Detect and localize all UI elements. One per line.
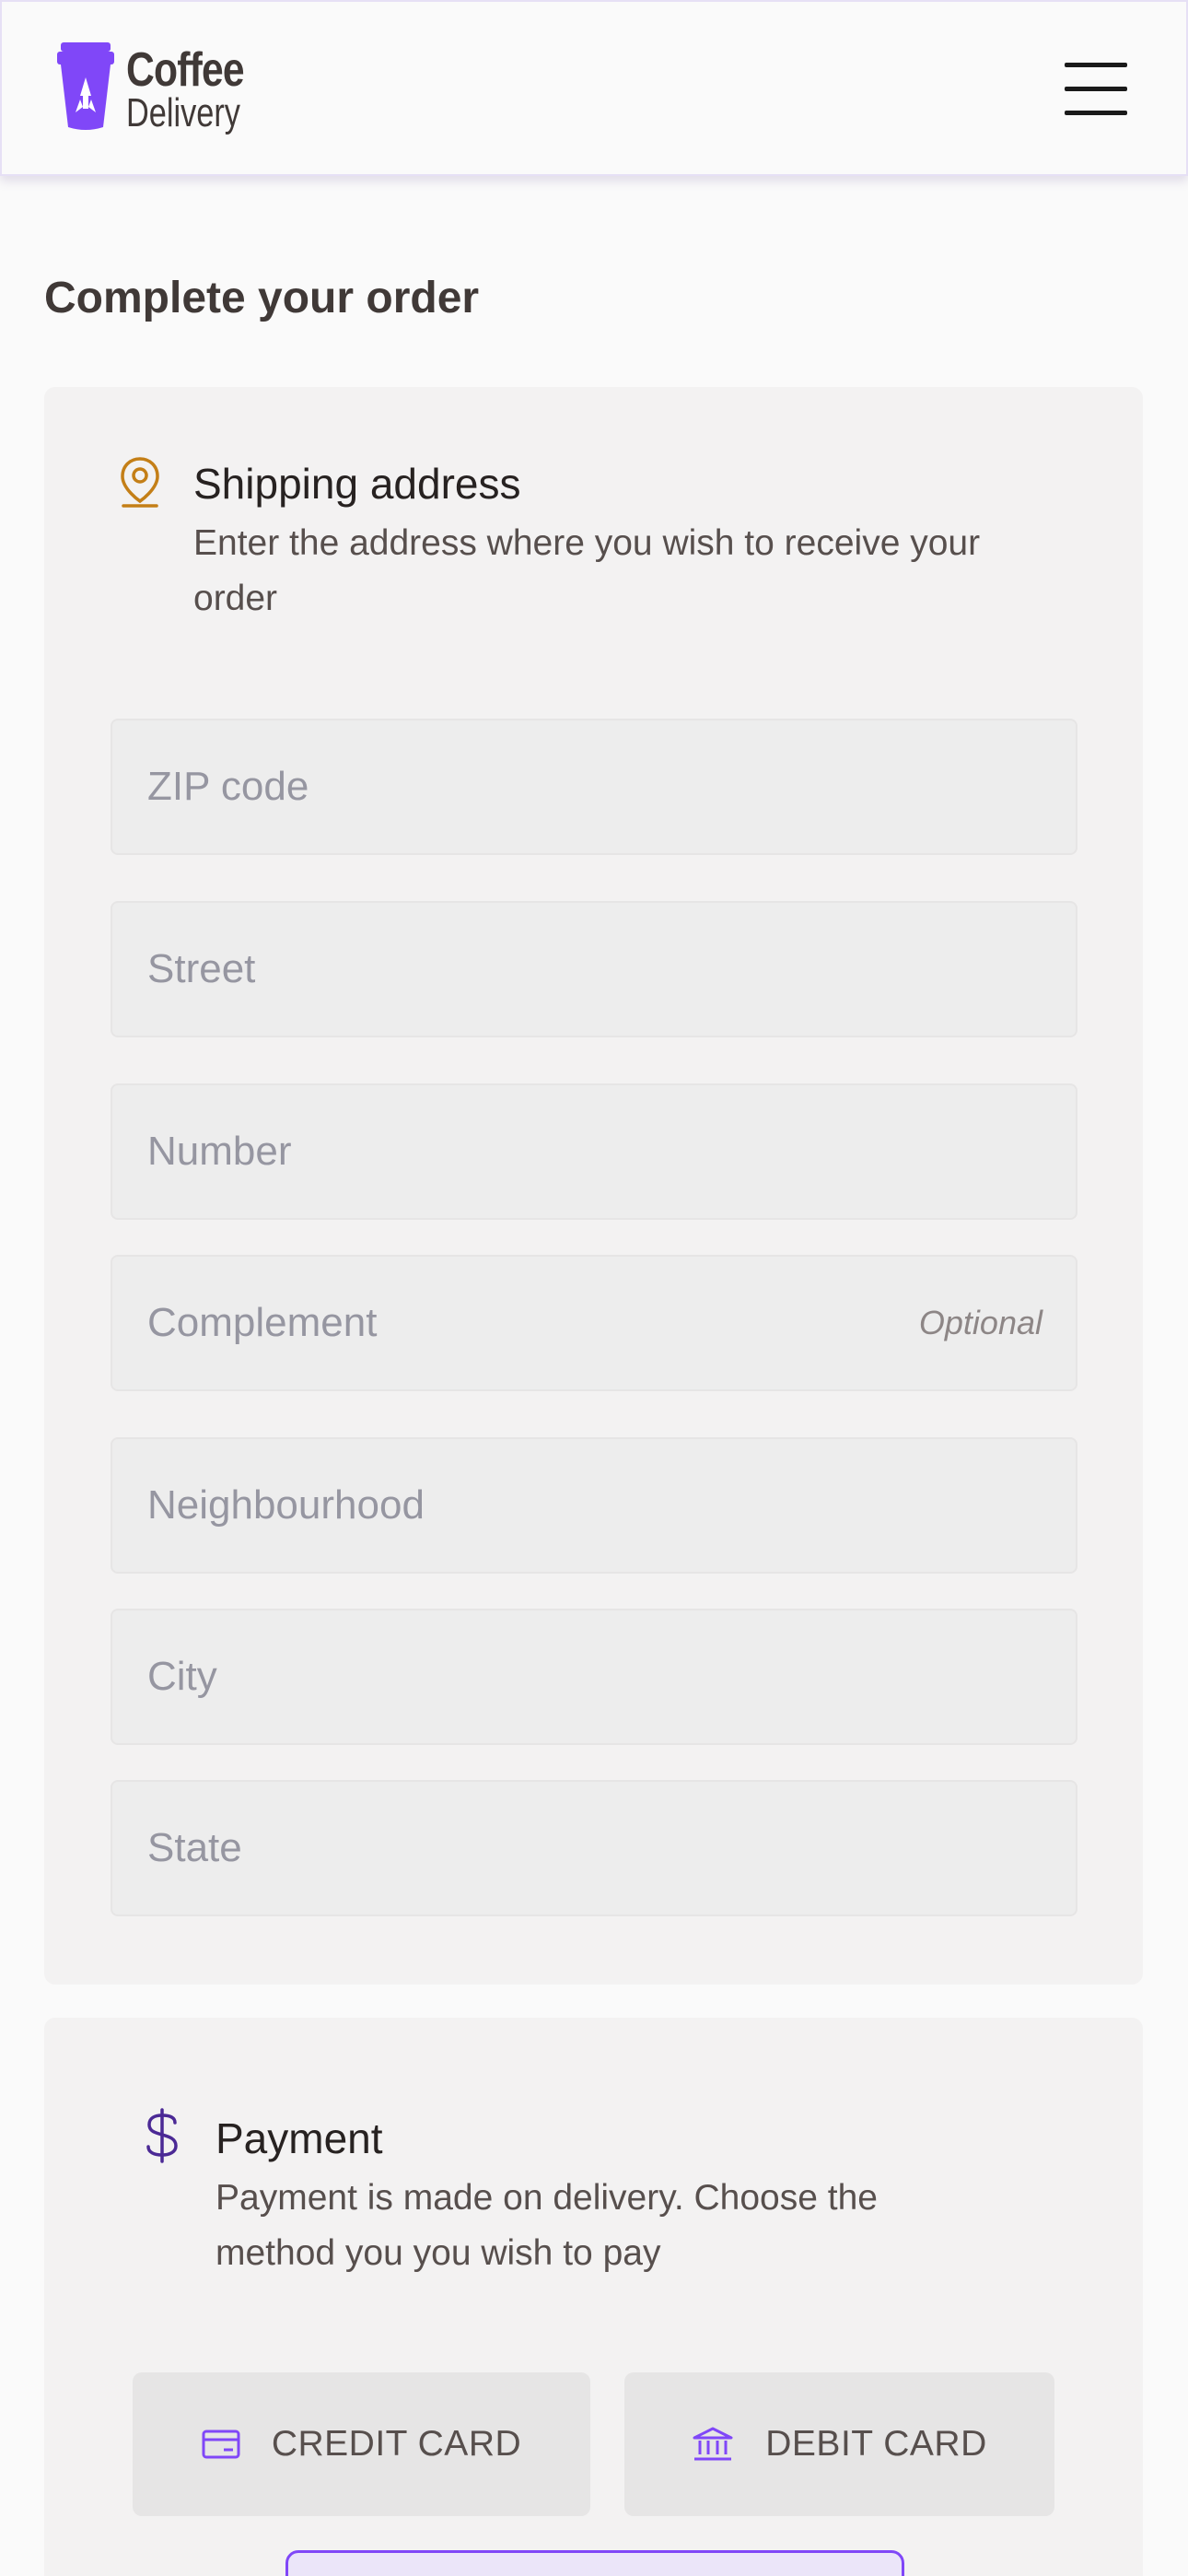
city-input[interactable] <box>112 1610 1076 1743</box>
complement-field[interactable]: Optional <box>111 1255 1077 1391</box>
city-field[interactable] <box>111 1609 1077 1745</box>
logo-text-delivery: Delivery <box>126 90 240 135</box>
dollar-sign-icon <box>146 2108 178 2163</box>
street-input[interactable] <box>112 903 1076 1036</box>
state-field[interactable] <box>111 1780 1077 1916</box>
app-header: Coffee Delivery <box>0 0 1188 176</box>
credit-card-label: CREDIT CARD <box>271 2424 522 2464</box>
payment-subtitle: Payment is made on delivery. Choose the … <box>215 2178 878 2273</box>
coffee-cup-logo-icon <box>57 42 114 130</box>
payment-title: Payment <box>215 2114 383 2162</box>
logo-text-coffee: Coffee <box>126 43 245 97</box>
coffee-delivery-logo[interactable]: Coffee Delivery <box>57 42 260 138</box>
payment-option-button-partial[interactable] <box>285 2550 904 2576</box>
credit-card-button[interactable]: CREDIT CARD <box>133 2372 590 2516</box>
number-input[interactable] <box>112 1085 1076 1218</box>
street-field[interactable] <box>111 901 1077 1037</box>
debit-card-button[interactable]: DEBIT CARD <box>624 2372 1054 2516</box>
map-pin-icon <box>121 457 159 508</box>
shipping-address-subtitle: Enter the address where you wish to rece… <box>193 523 981 618</box>
state-input[interactable] <box>112 1782 1076 1914</box>
number-field[interactable] <box>111 1083 1077 1220</box>
zip-code-field[interactable] <box>111 719 1077 855</box>
neighbourhood-input[interactable] <box>112 1439 1076 1572</box>
page-title: Complete your order <box>44 274 480 322</box>
shipping-address-title: Shipping address <box>193 460 521 508</box>
bank-icon <box>693 2427 733 2461</box>
neighbourhood-field[interactable] <box>111 1437 1077 1574</box>
zip-code-input[interactable] <box>112 720 1076 853</box>
shipping-address-card: Shipping address Enter the address where… <box>44 387 1143 1985</box>
hamburger-menu-icon[interactable] <box>1061 59 1131 118</box>
debit-card-label: DEBIT CARD <box>765 2424 987 2464</box>
credit-card-icon <box>202 2430 240 2459</box>
optional-label: Optional <box>918 1304 1042 1341</box>
